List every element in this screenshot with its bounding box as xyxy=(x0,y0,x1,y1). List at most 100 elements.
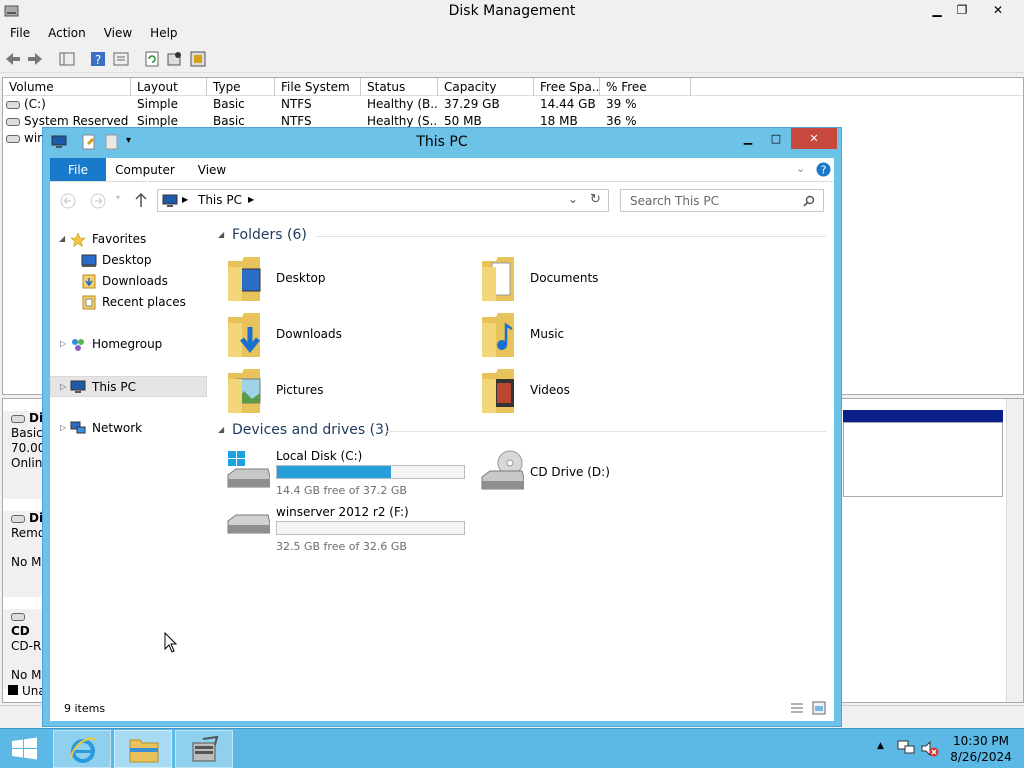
drive-cd-d[interactable]: CD Drive (D:) xyxy=(470,447,710,501)
volume-muted-icon[interactable] xyxy=(921,740,939,757)
details-view-icon[interactable] xyxy=(790,702,804,714)
collapse-arrow-icon[interactable]: ◢ xyxy=(59,234,65,243)
item-count: 9 items xyxy=(64,702,106,715)
expand-ribbon-icon[interactable]: ⌄ xyxy=(796,162,805,175)
help-icon[interactable]: ? xyxy=(89,50,107,68)
desktop-icon xyxy=(81,254,97,267)
search-input[interactable]: Search This PC xyxy=(630,194,719,208)
mouse-cursor-icon xyxy=(164,632,178,653)
disk-properties-icon[interactable] xyxy=(189,50,207,68)
dm-menubar: File Action View Help xyxy=(0,23,1024,44)
drive-local-disk-c[interactable]: Local Disk (C:) 14.4 GB free of 37.2 GB xyxy=(216,447,476,501)
col-percent-free[interactable]: % Free xyxy=(600,78,691,96)
tab-view[interactable]: View xyxy=(190,158,234,181)
col-free-space[interactable]: Free Spa... xyxy=(534,78,600,96)
downloads-folder-icon xyxy=(228,313,260,357)
col-file-system[interactable]: File System xyxy=(275,78,361,96)
collapse-arrow-icon[interactable]: ◢ xyxy=(218,230,224,239)
address-dropdown-icon[interactable]: ⌄ xyxy=(568,192,578,206)
nav-item-desktop[interactable]: Desktop xyxy=(50,250,207,271)
col-status[interactable]: Status xyxy=(361,78,438,96)
expand-arrow-icon[interactable]: ▷ xyxy=(60,339,66,348)
disk-0-label[interactable]: Di Basic 70.00 Onlin xyxy=(3,411,47,499)
large-icons-view-icon[interactable] xyxy=(812,701,826,715)
dm-close-button[interactable]: ✕ xyxy=(980,0,1016,20)
col-type[interactable]: Type xyxy=(207,78,275,96)
nav-item-favorites[interactable]: ◢ Favorites xyxy=(50,229,207,250)
server-manager-button[interactable] xyxy=(175,730,233,768)
drive-f-usage-bar xyxy=(276,521,465,535)
disk-1-label[interactable]: Di Remo No M xyxy=(3,511,47,597)
breadcrumb-separator-icon[interactable]: ▶ xyxy=(182,195,188,204)
cell: 14.44 GB xyxy=(540,97,596,111)
table-row[interactable]: (C:) Simple Basic NTFS Healthy (B... 37.… xyxy=(3,96,1023,113)
navigation-pane: ◢ Favorites Desktop Downloads Recent pla… xyxy=(50,227,210,687)
col-capacity[interactable]: Capacity xyxy=(438,78,534,96)
cell: Basic xyxy=(213,97,245,111)
explorer-minimize-button[interactable]: ▁ xyxy=(735,128,761,149)
file-explorer-button[interactable] xyxy=(114,730,172,768)
drive-winserver-f[interactable]: winserver 2012 r2 (F:) 32.5 GB free of 3… xyxy=(216,503,476,557)
vertical-scrollbar[interactable] xyxy=(1006,399,1023,702)
nav-item-downloads[interactable]: Downloads xyxy=(50,271,207,292)
breadcrumb-this-pc[interactable]: This PC xyxy=(198,193,242,207)
folder-pictures[interactable]: Pictures xyxy=(216,365,456,419)
partition-block[interactable] xyxy=(843,422,1003,497)
nav-item-homegroup[interactable]: ▷ Homegroup xyxy=(50,334,207,355)
folder-desktop[interactable]: Desktop xyxy=(216,253,456,307)
legend-swatch xyxy=(8,685,18,695)
volume-icon xyxy=(6,100,20,109)
taskbar: ▲ 10:30 PM 8/26/2024 xyxy=(0,728,1024,768)
folder-videos[interactable]: Videos xyxy=(470,365,710,419)
forward-icon[interactable] xyxy=(26,50,44,68)
recent-locations-icon[interactable]: ▾ xyxy=(116,193,120,202)
taskbar-clock[interactable]: 10:30 PM 8/26/2024 xyxy=(946,733,1016,765)
help-icon[interactable]: ? xyxy=(816,162,831,177)
cell: Simple xyxy=(137,114,178,128)
network-tray-icon[interactable] xyxy=(897,740,915,756)
refresh-icon[interactable]: ↻ xyxy=(590,192,601,207)
back-icon[interactable] xyxy=(4,50,22,68)
address-bar[interactable]: ▶ This PC ▶ ⌄ ↻ xyxy=(157,189,609,212)
cell: Healthy (S... xyxy=(367,114,437,128)
svg-text:?: ? xyxy=(821,164,827,177)
properties-icon[interactable] xyxy=(112,50,130,68)
breadcrumb-chevron-icon[interactable]: ▶ xyxy=(248,195,254,204)
drive-c-usage-fill xyxy=(277,466,392,478)
up-arrow-icon[interactable] xyxy=(134,192,148,208)
explorer-close-button[interactable]: ✕ xyxy=(791,128,837,149)
tab-file[interactable]: File xyxy=(50,158,106,181)
folder-downloads[interactable]: Downloads xyxy=(216,309,456,363)
folder-music[interactable]: Music xyxy=(470,309,710,363)
nav-item-network[interactable]: ▷ Network xyxy=(50,418,207,439)
settings-icon[interactable] xyxy=(166,50,184,68)
forward-icon[interactable] xyxy=(90,193,106,209)
col-volume[interactable]: Volume xyxy=(3,78,131,96)
console-tree-icon[interactable] xyxy=(58,50,76,68)
expand-arrow-icon[interactable]: ▷ xyxy=(60,423,66,432)
internet-explorer-button[interactable] xyxy=(53,730,111,768)
show-hidden-icons-icon[interactable]: ▲ xyxy=(877,741,884,751)
tab-computer[interactable]: Computer xyxy=(110,158,180,181)
explorer-title: This PC xyxy=(416,134,468,150)
search-box[interactable]: Search This PC xyxy=(620,189,824,212)
start-button-windows-icon[interactable] xyxy=(0,730,50,768)
dm-menu-action[interactable]: Action xyxy=(38,23,94,44)
dm-menu-view[interactable]: View xyxy=(94,23,140,44)
svg-text:?: ? xyxy=(95,53,101,67)
search-icon[interactable] xyxy=(803,195,815,207)
expand-arrow-icon[interactable]: ▷ xyxy=(60,382,66,391)
cd-drive-label[interactable]: CD CD-R No M xyxy=(3,609,47,689)
explorer-maximize-button[interactable]: □ xyxy=(763,128,789,149)
dm-menu-file[interactable]: File xyxy=(0,23,38,44)
folder-documents[interactable]: Documents xyxy=(470,253,710,307)
dm-restore-button[interactable]: ❐ xyxy=(945,0,979,20)
nav-item-this-pc[interactable]: ▷ This PC xyxy=(50,376,207,397)
nav-item-recent-places[interactable]: Recent places xyxy=(50,292,207,313)
col-layout[interactable]: Layout xyxy=(131,78,207,96)
refresh-icon[interactable] xyxy=(143,50,161,68)
dm-menu-help[interactable]: Help xyxy=(140,23,185,44)
network-icon xyxy=(70,421,86,434)
collapse-arrow-icon[interactable]: ◢ xyxy=(218,425,224,434)
back-icon[interactable] xyxy=(60,193,76,209)
